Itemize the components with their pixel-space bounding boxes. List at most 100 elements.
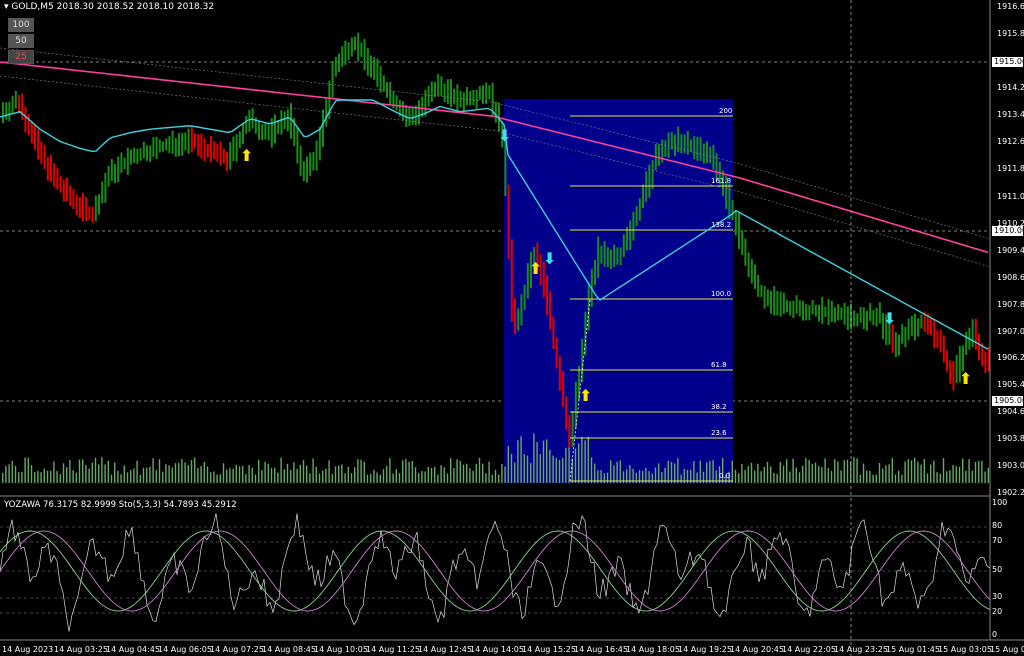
volume-bar [120,474,122,483]
candle [552,316,555,350]
time-tick-label: 15 Aug 01:45 [886,645,940,654]
volume-bar [856,458,858,483]
candle [712,145,715,170]
volume-bar [658,463,660,483]
price-tick-label: 1911.05 [997,192,1024,201]
volume-bar [942,458,945,483]
fib-level-label: 200 [719,107,733,115]
volume-bar [920,464,922,483]
oscillator-tick-label: 70 [992,536,1003,545]
volume-bar [226,469,228,483]
volume-bar [677,458,679,483]
candle [667,132,670,158]
candle [786,300,788,313]
candle [834,307,836,323]
volume-bar [98,464,100,483]
volume-bar [366,474,369,483]
candle [69,185,72,206]
volume-bar [245,473,247,483]
volume-bar [14,466,17,483]
candle [11,95,14,114]
arrow-down-icon: ⬇ [543,249,556,268]
volume-bar [808,460,810,483]
candle [2,102,4,124]
volume-bar [315,466,317,483]
candle [34,124,36,150]
volume-bar [594,463,596,483]
fibonacci-box[interactable] [504,99,733,483]
candle [866,310,868,331]
time-tick-label: 14 Aug 10:05 [314,645,368,654]
oscillator-tick-label: 0 [992,630,998,639]
volume-bar [357,459,359,483]
arrow-up-icon: ⬆ [529,259,542,278]
fib-level-label: 0.0 [719,472,731,480]
time-tick-label: 14 Aug 22:05 [782,645,836,654]
candle [78,197,81,218]
candle [245,115,248,134]
candle [158,139,161,153]
volume-bar [43,468,45,483]
volume-bar [443,467,445,483]
candle [290,103,292,139]
candle [434,81,436,98]
symbol-label: GOLD,M5 [11,2,54,12]
zoom-25-button[interactable]: 25 [8,50,34,64]
volume-bar [85,465,87,483]
candle [939,329,942,353]
candle [91,206,94,223]
volume-bar [306,465,308,483]
volume-bar [693,461,695,483]
price-chart[interactable]: ⬆⬆⬆⬆⬇⬇⬇ [0,0,1024,656]
dropdown-icon[interactable]: ▾ [4,2,9,12]
volume-bar [56,470,58,483]
volume-bar [331,474,333,483]
volume-bar [142,467,145,483]
time-tick-label: 14 Aug 03:25 [54,645,108,654]
candle [987,346,990,372]
volume-bar [549,449,551,483]
volume-bar [904,461,906,483]
volume-bar [859,474,861,483]
time-tick-label: 14 Aug 14:05 [470,645,524,654]
candle [738,213,740,249]
candle [952,361,955,391]
volume-bar [418,473,420,483]
volume-bar [277,472,279,483]
candle [146,145,148,161]
zoom-50-button[interactable]: 50 [8,34,34,48]
candle [142,141,145,159]
volume-bar [206,466,209,483]
candle [184,132,187,151]
candle [226,151,228,171]
candle [770,290,772,314]
volume-bar [523,454,525,483]
candle [856,313,859,327]
candle [219,141,222,166]
volume-bar [69,459,71,483]
price-level-badge: 1910.00 [992,226,1024,236]
candle [869,303,872,322]
candle [213,140,216,159]
candle [917,318,920,337]
candle [782,292,785,314]
volume-bar [107,460,109,483]
volume-bar [373,469,375,483]
zoom-100-button[interactable]: 100 [8,18,34,32]
candle [299,146,302,176]
volume-bar [802,465,804,483]
volume-bar [146,467,148,483]
candle [341,46,344,67]
volume-bar [194,457,196,483]
volume-bar [286,463,289,483]
volume-bar [923,458,925,483]
volume-bar [501,464,503,483]
candle [386,81,388,98]
fib-level-label: 61.8 [711,361,727,369]
volume-bar [165,464,167,483]
volume-bar [395,469,397,483]
candle [760,284,763,297]
candle [824,306,827,317]
candle [50,154,52,182]
candle [469,90,472,106]
